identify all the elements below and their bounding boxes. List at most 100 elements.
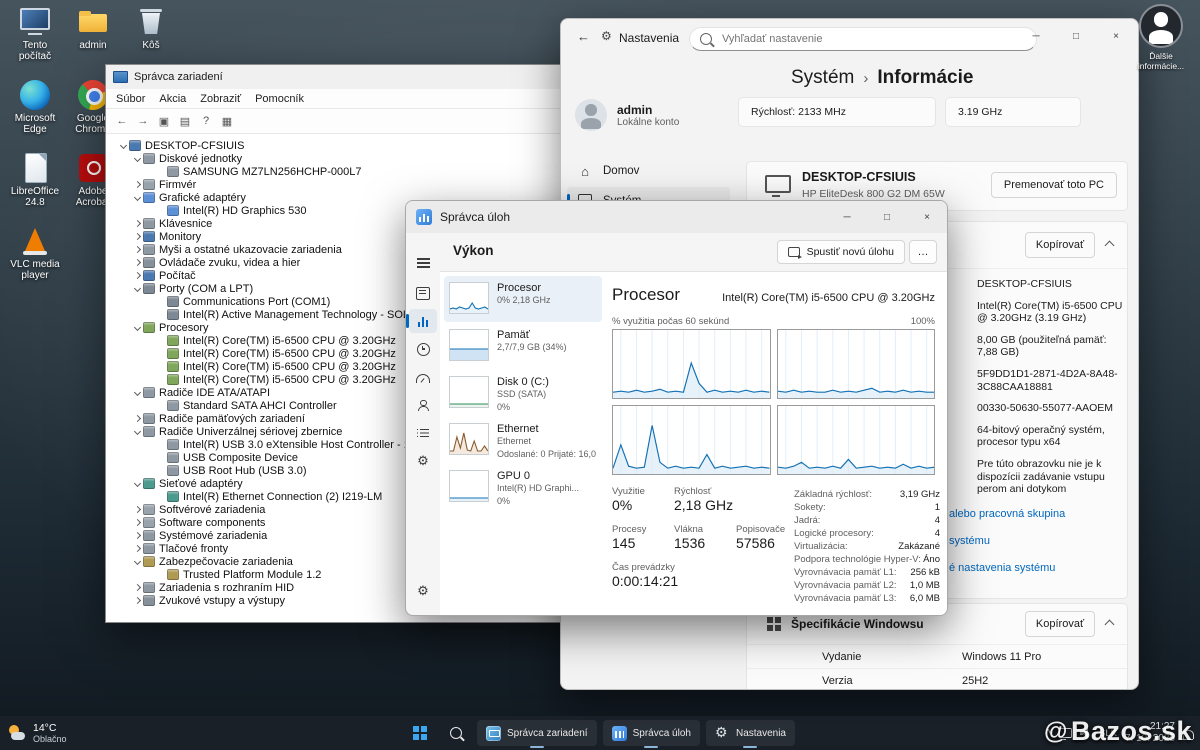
tree-expander-icon[interactable] (132, 507, 143, 512)
new-task-icon (788, 247, 800, 257)
settings-nav-item-home[interactable]: Domov (567, 157, 730, 185)
tree-expander-icon[interactable] (132, 325, 143, 330)
perf-stat: Procesy 145 (612, 524, 674, 562)
taskbar-app-task-manager[interactable]: Správca úloh (603, 720, 700, 746)
rail-item-settings[interactable] (409, 579, 437, 603)
rename-pc-button[interactable]: Premenovať toto PC (991, 172, 1117, 198)
windows-spec-rows: Vydanie Windows 11 Pro Verzia 25H2 (747, 644, 1127, 690)
cpu-icon (143, 322, 155, 333)
taskbar-app-settings[interactable]: Nastavenia (706, 720, 795, 746)
settings-link[interactable]: systému (949, 535, 1065, 547)
back-icon[interactable]: ← (577, 29, 590, 44)
taskbar: 14°C Oblačno Správca zariadení Správca ú… (0, 716, 1200, 750)
search-input[interactable] (720, 32, 1026, 46)
tree-expander-icon[interactable] (132, 598, 143, 603)
tree-expander-icon[interactable] (132, 247, 143, 252)
help-button[interactable]: ? (196, 112, 216, 131)
seller-avatar[interactable] (1139, 4, 1183, 48)
tree-expander-icon[interactable] (132, 481, 143, 486)
perf-list-item[interactable]: Disk 0 (C:) SSD (SATA) 0% (444, 370, 602, 416)
windows-logo-icon (767, 617, 781, 631)
settings-link[interactable]: alebo pracovná skupina (949, 508, 1065, 520)
search-button[interactable] (441, 720, 471, 746)
breadcrumb-parent[interactable]: Systém (791, 67, 854, 89)
graph-label: % využitia počas 60 sekúnd (612, 316, 729, 327)
user-card[interactable]: admin Lokálne konto (575, 99, 679, 131)
tree-expander-icon[interactable] (132, 585, 143, 590)
rail-item-startup[interactable] (409, 365, 437, 389)
menu-item[interactable]: Zobraziť (193, 93, 248, 105)
listing-overlay: Ďalšie informácie... (1132, 4, 1190, 71)
chevron-up-icon[interactable] (1105, 620, 1115, 630)
cpu-graph (612, 329, 771, 399)
tree-expander-icon[interactable] (132, 234, 143, 239)
hid-icon (143, 582, 155, 593)
tree-expander-icon[interactable] (132, 416, 143, 421)
desktop-icon[interactable]: Microsoft Edge (7, 79, 63, 152)
chevron-up-icon[interactable] (1105, 241, 1115, 251)
perf-thumbnail (449, 423, 489, 455)
minimize-button[interactable]: ─ (1016, 19, 1056, 53)
tree-expander-icon[interactable] (132, 221, 143, 226)
perf-list-item[interactable]: Pamäť 2,7/7,9 GB (34%) (444, 323, 602, 369)
computer-button[interactable]: ▦ (217, 112, 237, 131)
back-button[interactable]: ← (112, 112, 132, 131)
list-button[interactable]: ▤ (175, 112, 195, 131)
tree-expander-icon[interactable] (132, 286, 143, 291)
rail-item-menu[interactable] (409, 251, 437, 275)
rail-item-performance[interactable] (409, 309, 437, 333)
forward-button[interactable]: → (133, 112, 153, 131)
tree-expander-icon[interactable] (132, 390, 143, 395)
tree-expander-icon[interactable] (132, 182, 143, 187)
run-new-task-button[interactable]: Spustiť novú úlohu (777, 240, 905, 264)
settings-search[interactable] (689, 27, 1037, 51)
rail-item-history[interactable] (409, 337, 437, 361)
rail-item-services[interactable] (409, 449, 437, 473)
tree-expander-icon[interactable] (132, 429, 143, 434)
window-button[interactable]: ▣ (154, 112, 174, 131)
desktop-icon[interactable]: VLC media player (7, 225, 63, 298)
perf-list-item[interactable]: GPU 0 Intel(R) HD Graphi... 0% (444, 464, 602, 510)
more-options-button[interactable]: … (909, 240, 937, 264)
cpu-name: Intel(R) Core(TM) i5-6500 CPU @ 3.20GHz (722, 292, 935, 304)
tree-expander-icon[interactable] (132, 273, 143, 278)
menu-item[interactable]: Súbor (109, 93, 152, 105)
task-manager-titlebar[interactable]: Správca úloh ─□× (406, 201, 947, 233)
rail-item-details[interactable] (409, 421, 437, 445)
start-button[interactable] (405, 720, 435, 746)
window-title: Správca zariadení (134, 71, 223, 83)
desktop-icon[interactable]: Tento počítač (7, 6, 63, 79)
tree-expander-icon[interactable] (132, 520, 143, 525)
cpu-info-row: Vyrovnávacia pamäť L2: 1,0 MB (794, 579, 940, 592)
settings-link[interactable]: é nastavenia systému (949, 562, 1065, 574)
close-button[interactable]: × (1096, 19, 1136, 53)
desktop-icon[interactable]: LibreOffice 24.8 (7, 152, 63, 225)
menu-item[interactable]: Pomocník (248, 93, 311, 105)
tree-expander-icon[interactable] (132, 533, 143, 538)
perf-list-item[interactable]: Procesor 0% 2,18 GHz (444, 276, 602, 322)
minimize-button[interactable]: ─ (827, 201, 867, 233)
tree-expander-icon[interactable] (132, 260, 143, 265)
rail-item-users[interactable] (409, 393, 437, 417)
cpu-graph (777, 329, 936, 399)
tree-expander-icon[interactable] (132, 559, 143, 564)
taskbar-app-device-manager[interactable]: Správca zariadení (477, 720, 597, 746)
weather-widget[interactable]: 14°C Oblačno (8, 722, 67, 744)
storage-icon (143, 413, 155, 424)
windows-spec-title: Špecifikácie Windowsu (791, 617, 924, 631)
tree-expander-icon[interactable] (132, 195, 143, 200)
watermark-text: Bazos.sk (1071, 716, 1192, 747)
network-icon (143, 478, 155, 489)
tree-expander-icon[interactable] (118, 143, 129, 148)
search-icon (450, 727, 462, 739)
tree-expander-icon[interactable] (132, 156, 143, 161)
rail-item-processes[interactable] (409, 281, 437, 305)
copy-button[interactable]: Kopírovať (1025, 611, 1095, 637)
maximize-button[interactable]: □ (867, 201, 907, 233)
copy-button[interactable]: Kopírovať (1025, 232, 1095, 258)
maximize-button[interactable]: □ (1056, 19, 1096, 53)
tree-expander-icon[interactable] (132, 546, 143, 551)
close-button[interactable]: × (907, 201, 947, 233)
perf-list-item[interactable]: Ethernet Ethernet Odoslané: 0 Prijaté: 1… (444, 417, 602, 463)
menu-item[interactable]: Akcia (152, 93, 193, 105)
